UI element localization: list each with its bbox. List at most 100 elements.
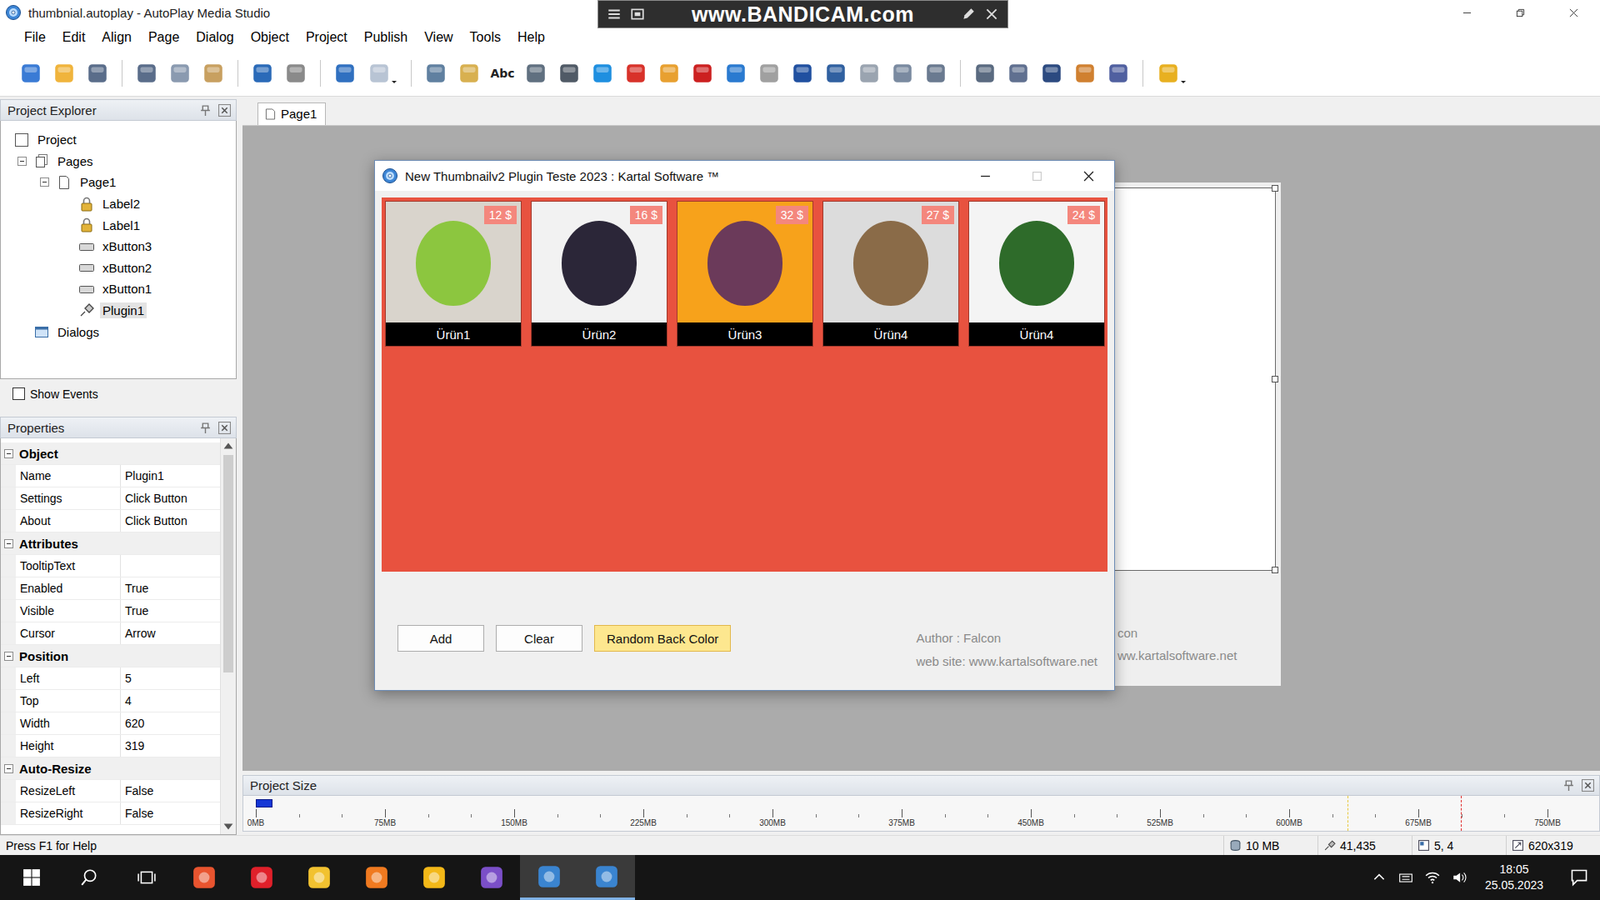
dialog-button[interactable]: Add (397, 625, 485, 652)
toolbar-button[interactable] (1153, 58, 1190, 89)
toolbar-button[interactable] (1070, 58, 1100, 89)
toolbar-button[interactable] (455, 58, 484, 89)
taskbar-app[interactable] (405, 855, 463, 900)
taskbar-app[interactable] (520, 855, 578, 900)
taskbar-app[interactable] (462, 855, 520, 900)
toolbar-button[interactable] (921, 58, 950, 89)
toolbar-button[interactable]: Abc (488, 58, 517, 89)
product-card[interactable]: 32 $ Ürün3 (676, 200, 814, 347)
toolbar-button[interactable] (555, 58, 584, 89)
property-row[interactable]: Top 4 (0, 690, 220, 713)
document-tab[interactable]: Page1 (257, 102, 326, 125)
property-value[interactable]: True (120, 577, 220, 600)
keyboard-icon[interactable] (1398, 870, 1414, 885)
toolbar-button[interactable] (132, 58, 161, 89)
toolbar-button[interactable] (50, 58, 79, 89)
properties-scrollbar[interactable] (220, 438, 236, 835)
scroll-up-icon[interactable] (220, 438, 236, 454)
notification-icon[interactable] (1570, 868, 1589, 887)
scrollbar-thumb[interactable] (223, 455, 234, 673)
property-value[interactable]: True (120, 600, 220, 622)
toolbar-button[interactable] (655, 58, 684, 89)
property-row[interactable]: Name Plugin1 (0, 465, 220, 488)
menu-item[interactable]: Project (297, 26, 356, 49)
menu-item[interactable]: Publish (355, 26, 416, 49)
property-value[interactable]: 620 (120, 712, 220, 735)
minimize-button[interactable] (1440, 0, 1494, 25)
toolbar-button[interactable] (755, 58, 784, 89)
tree-item[interactable]: Project (0, 129, 236, 151)
clock[interactable]: 18:05 25.05.2023 (1478, 861, 1550, 894)
resize-handle[interactable] (1271, 375, 1279, 383)
toolbar-button[interactable] (588, 58, 617, 89)
taskbar-app[interactable] (577, 855, 635, 900)
toolbar-button[interactable] (83, 58, 112, 89)
toolbar-button[interactable] (281, 58, 310, 89)
tree-item[interactable]: Dialogs (0, 320, 236, 343)
menu-item[interactable]: View (415, 26, 461, 49)
taskbar-app[interactable] (290, 855, 348, 900)
pin-icon[interactable] (199, 421, 212, 435)
product-card[interactable]: 16 $ Ürün2 (530, 200, 668, 347)
checkbox-box[interactable] (12, 387, 25, 400)
toolbar-button[interactable] (16, 58, 45, 89)
pin-icon[interactable] (1562, 779, 1575, 792)
toolbar-button[interactable] (721, 58, 750, 89)
restore-button[interactable] (1493, 0, 1547, 25)
start-button[interactable] (2, 855, 60, 900)
toolbar-button[interactable] (330, 58, 360, 89)
property-row[interactable]: Cursor Arrow (0, 622, 220, 645)
property-row[interactable]: Visible True (0, 600, 220, 623)
close-button[interactable] (1546, 0, 1600, 25)
minimize-button[interactable] (959, 160, 1011, 191)
property-row[interactable]: Width 620 (0, 712, 220, 735)
collapse-icon[interactable] (40, 177, 50, 187)
toolbar-button[interactable] (821, 58, 850, 89)
property-value[interactable]: 319 (120, 735, 220, 757)
dialog-button[interactable]: Random Back Color (594, 625, 731, 652)
resize-handle[interactable] (1271, 566, 1279, 574)
resize-handle[interactable] (1271, 185, 1279, 192)
toolbar-button[interactable] (1037, 58, 1066, 89)
tree-item[interactable]: Label1 (0, 214, 236, 236)
toolbar-button[interactable] (364, 58, 401, 89)
menu-item[interactable]: Dialog (187, 26, 242, 49)
chevron-up-icon[interactable] (1371, 870, 1387, 885)
collapse-icon[interactable] (4, 449, 14, 459)
toolbar-button[interactable] (888, 58, 917, 89)
property-group[interactable]: Auto-Resize (0, 757, 220, 780)
toolbar-button[interactable] (248, 58, 277, 89)
toolbar-button[interactable] (165, 58, 195, 89)
toolbar-button[interactable] (199, 58, 228, 89)
toolbar-button[interactable] (688, 58, 717, 89)
toolbar-button[interactable] (521, 58, 550, 89)
speaker-icon[interactable] (1451, 870, 1467, 885)
product-card[interactable]: 24 $ Ürün4 (968, 200, 1105, 347)
taskbar-app[interactable] (175, 855, 233, 900)
page-label[interactable]: con (1117, 621, 1237, 645)
maximize-button[interactable] (1010, 160, 1063, 191)
property-group[interactable]: Position (0, 645, 220, 668)
collapse-icon[interactable] (4, 651, 14, 661)
page-label[interactable]: ww.kartalsoftware.net (1117, 644, 1237, 667)
property-row[interactable]: Left 5 (0, 667, 220, 690)
property-value[interactable]: False (120, 780, 220, 802)
menu-item[interactable]: Align (93, 26, 140, 49)
property-row[interactable]: ResizeRight False (0, 802, 220, 825)
taskbar-app[interactable] (347, 855, 405, 900)
dialog-button[interactable]: Clear (495, 625, 583, 652)
property-row[interactable]: TooltipText (0, 555, 220, 578)
close-button[interactable] (1062, 160, 1115, 191)
taskbar-app[interactable] (232, 855, 290, 900)
product-card[interactable]: 12 $ Ürün1 (385, 200, 522, 347)
property-value[interactable]: Click Button (120, 487, 220, 510)
tree-item[interactable]: xButton1 (0, 278, 236, 300)
menu-item[interactable]: Page (140, 26, 188, 49)
menu-item[interactable]: Edit (54, 26, 95, 49)
menu-item[interactable]: File (15, 26, 55, 49)
show-events-checkbox[interactable]: Show Events (0, 379, 237, 409)
close-icon[interactable] (1581, 779, 1595, 792)
collapse-icon[interactable] (4, 764, 14, 774)
scroll-down-icon[interactable] (220, 819, 236, 835)
toolbar-button[interactable] (621, 58, 650, 89)
